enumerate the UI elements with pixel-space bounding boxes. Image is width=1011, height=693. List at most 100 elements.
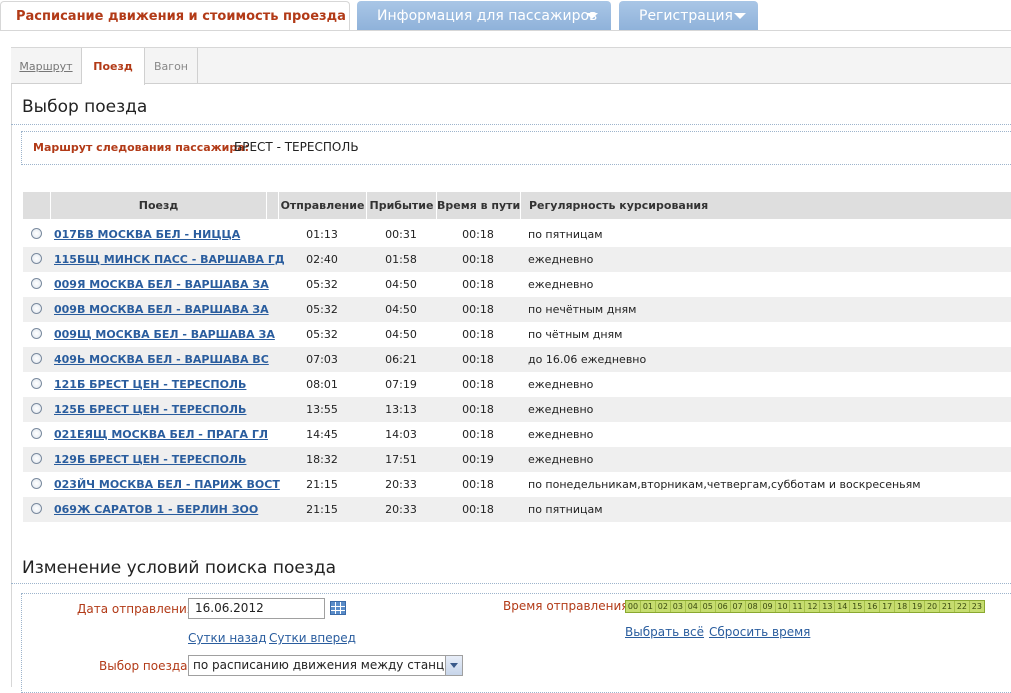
hour-cell[interactable]: 10 bbox=[776, 601, 791, 612]
tab-schedule[interactable]: Расписание движения и стоимость проезда bbox=[0, 1, 350, 30]
travel-time: 00:18 bbox=[462, 378, 494, 391]
departure-time: 02:40 bbox=[306, 253, 338, 266]
day-back-link[interactable]: Сутки назад bbox=[188, 631, 267, 645]
hour-cell[interactable]: 22 bbox=[955, 601, 970, 612]
travel-time: 00:18 bbox=[462, 228, 494, 241]
day-forward-link[interactable]: Сутки вперед bbox=[269, 631, 356, 645]
train-link[interactable]: 069Ж САРАТОВ 1 - БЕРЛИН ЗОО bbox=[54, 497, 258, 522]
train-radio[interactable] bbox=[31, 453, 42, 464]
arrival-time: 04:50 bbox=[385, 328, 417, 341]
search-title: Изменение условий поиска поезда bbox=[22, 558, 337, 578]
travel-time: 00:18 bbox=[462, 353, 494, 366]
hour-cell[interactable]: 09 bbox=[761, 601, 776, 612]
regularity: по пятницам bbox=[528, 228, 603, 241]
hour-cell[interactable]: 15 bbox=[850, 601, 866, 612]
route-box: Маршрут следования пассажира: БРЕСТ - ТЕ… bbox=[21, 131, 1011, 165]
table-row: 115БЩ МИНСК ПАСС - ВАРШАВА ГД 02:40 01:58 0… bbox=[23, 247, 1011, 272]
regularity: ежедневно bbox=[528, 403, 594, 416]
train-link[interactable]: 409Ь МОСКВА БЕЛ - ВАРШАВА ВС bbox=[54, 347, 269, 372]
travel-time: 00:18 bbox=[462, 253, 494, 266]
calendar-icon[interactable] bbox=[330, 601, 346, 615]
hour-cell[interactable]: 21 bbox=[940, 601, 955, 612]
hour-cell[interactable]: 20 bbox=[925, 601, 941, 612]
train-link[interactable]: 115БЩ МИНСК ПАСС - ВАРШАВА ГД bbox=[54, 247, 285, 272]
train-radio[interactable] bbox=[31, 503, 42, 514]
hour-cell[interactable]: 00 bbox=[626, 601, 641, 612]
tab-schedule-label: Расписание движения и стоимость проезда bbox=[16, 9, 346, 24]
departure-time: 18:32 bbox=[306, 453, 338, 466]
select-all-link[interactable]: Выбрать всё bbox=[625, 625, 704, 639]
train-radio[interactable] bbox=[31, 428, 42, 439]
train-link[interactable]: 023ЙЧ МОСКВА БЕЛ - ПАРИЖ ВОСТ bbox=[54, 472, 280, 497]
arrival-time: 04:50 bbox=[385, 303, 417, 316]
tab-passenger-info[interactable]: Информация для пассажиров bbox=[357, 1, 611, 30]
train-link[interactable]: 125Б БРЕСТ ЦЕН - ТЕРЕСПОЛЬ bbox=[54, 397, 246, 422]
train-link[interactable]: 021ЕЯЩ МОСКВА БЕЛ - ПРАГА ГЛ bbox=[54, 422, 268, 447]
train-choice-label: Выбор поезда bbox=[99, 659, 188, 673]
train-radio[interactable] bbox=[31, 303, 42, 314]
train-radio[interactable] bbox=[31, 328, 42, 339]
hour-selector: 00 01 02 03 04 05 06 07 08 09 10 11 12 13 14 15 16 17 18 19… bbox=[625, 600, 985, 613]
travel-time: 00:18 bbox=[462, 478, 494, 491]
departure-date-input[interactable]: 16.06.2012 bbox=[188, 598, 325, 619]
regularity: ежедневно bbox=[528, 253, 594, 266]
travel-time: 00:18 bbox=[462, 428, 494, 441]
tab-car[interactable]: Вагон bbox=[145, 48, 198, 84]
regularity: ежедневно bbox=[528, 278, 594, 291]
hour-cell[interactable]: 23 bbox=[970, 601, 984, 612]
divider bbox=[11, 124, 1011, 125]
train-choice-select[interactable]: по расписанию движения между станциями bbox=[188, 655, 463, 676]
reset-time-link[interactable]: Сбросить время bbox=[709, 625, 810, 639]
col-arrival: Прибытие bbox=[366, 192, 436, 219]
hour-cell[interactable]: 17 bbox=[880, 601, 896, 612]
train-radio[interactable] bbox=[31, 253, 42, 264]
chevron-down-icon[interactable] bbox=[445, 656, 462, 675]
table-header: Поезд Отправление Прибытие Время в пути … bbox=[23, 192, 1011, 219]
regularity: по чётным дням bbox=[528, 328, 623, 341]
departure-date-label: Дата отправления bbox=[77, 602, 195, 616]
train-link[interactable]: 009Я МОСКВА БЕЛ - ВАРШАВА ЗА bbox=[54, 272, 269, 297]
travel-time: 00:18 bbox=[462, 328, 494, 341]
departure-time: 05:32 bbox=[306, 303, 338, 316]
train-radio[interactable] bbox=[31, 278, 42, 289]
train-link[interactable]: 017БВ МОСКВА БЕЛ - НИЦЦА bbox=[54, 222, 240, 247]
hour-cell[interactable]: 03 bbox=[671, 601, 686, 612]
train-link[interactable]: 009В МОСКВА БЕЛ - ВАРШАВА ЗА bbox=[54, 297, 269, 322]
hour-cell[interactable]: 16 bbox=[865, 601, 881, 612]
table-row: 125Б БРЕСТ ЦЕН - ТЕРЕСПОЛЬ 13:55 13:13 00:1… bbox=[23, 397, 1011, 422]
train-link[interactable]: 121Б БРЕСТ ЦЕН - ТЕРЕСПОЛЬ bbox=[54, 372, 246, 397]
tab-train[interactable]: Поезд bbox=[82, 48, 145, 85]
hour-cell[interactable]: 01 bbox=[641, 601, 656, 612]
tab-registration[interactable]: Регистрация bbox=[619, 1, 758, 30]
tab-route[interactable]: Маршрут bbox=[11, 48, 82, 84]
train-radio[interactable] bbox=[31, 478, 42, 489]
train-radio[interactable] bbox=[31, 403, 42, 414]
train-link[interactable]: 009Щ МОСКВА БЕЛ - ВАРШАВА ЗА bbox=[54, 322, 275, 347]
departure-time: 05:32 bbox=[306, 328, 338, 341]
hour-cell[interactable]: 05 bbox=[701, 601, 716, 612]
hour-cell[interactable]: 07 bbox=[731, 601, 746, 612]
travel-time: 00:18 bbox=[462, 503, 494, 516]
train-radio[interactable] bbox=[31, 228, 42, 239]
hour-cell[interactable]: 06 bbox=[716, 601, 731, 612]
hour-cell[interactable]: 18 bbox=[895, 601, 911, 612]
hour-cell[interactable]: 13 bbox=[820, 601, 836, 612]
departure-time: 14:45 bbox=[306, 428, 338, 441]
hour-cell[interactable]: 14 bbox=[835, 601, 851, 612]
regularity: до 16.06 ежедневно bbox=[528, 353, 647, 366]
hour-cell[interactable]: 04 bbox=[686, 601, 701, 612]
hour-cell[interactable]: 19 bbox=[910, 601, 926, 612]
divider bbox=[11, 583, 1011, 584]
train-radio[interactable] bbox=[31, 378, 42, 389]
train-radio[interactable] bbox=[31, 353, 42, 364]
hour-cell[interactable]: 12 bbox=[805, 601, 821, 612]
col-travel-time: Время в пути bbox=[436, 192, 520, 219]
hour-cell[interactable]: 11 bbox=[790, 601, 806, 612]
table-row: 009Щ МОСКВА БЕЛ - ВАРШАВА ЗА 05:32 04:50 00… bbox=[23, 322, 1011, 347]
tab-registration-label: Регистрация bbox=[639, 8, 733, 24]
route-label: Маршрут следования пассажира: bbox=[33, 141, 250, 154]
hour-cell[interactable]: 02 bbox=[656, 601, 671, 612]
hour-cell[interactable]: 08 bbox=[746, 601, 761, 612]
train-link[interactable]: 129Б БРЕСТ ЦЕН - ТЕРЕСПОЛЬ bbox=[54, 447, 246, 472]
chevron-down-icon bbox=[734, 13, 746, 19]
